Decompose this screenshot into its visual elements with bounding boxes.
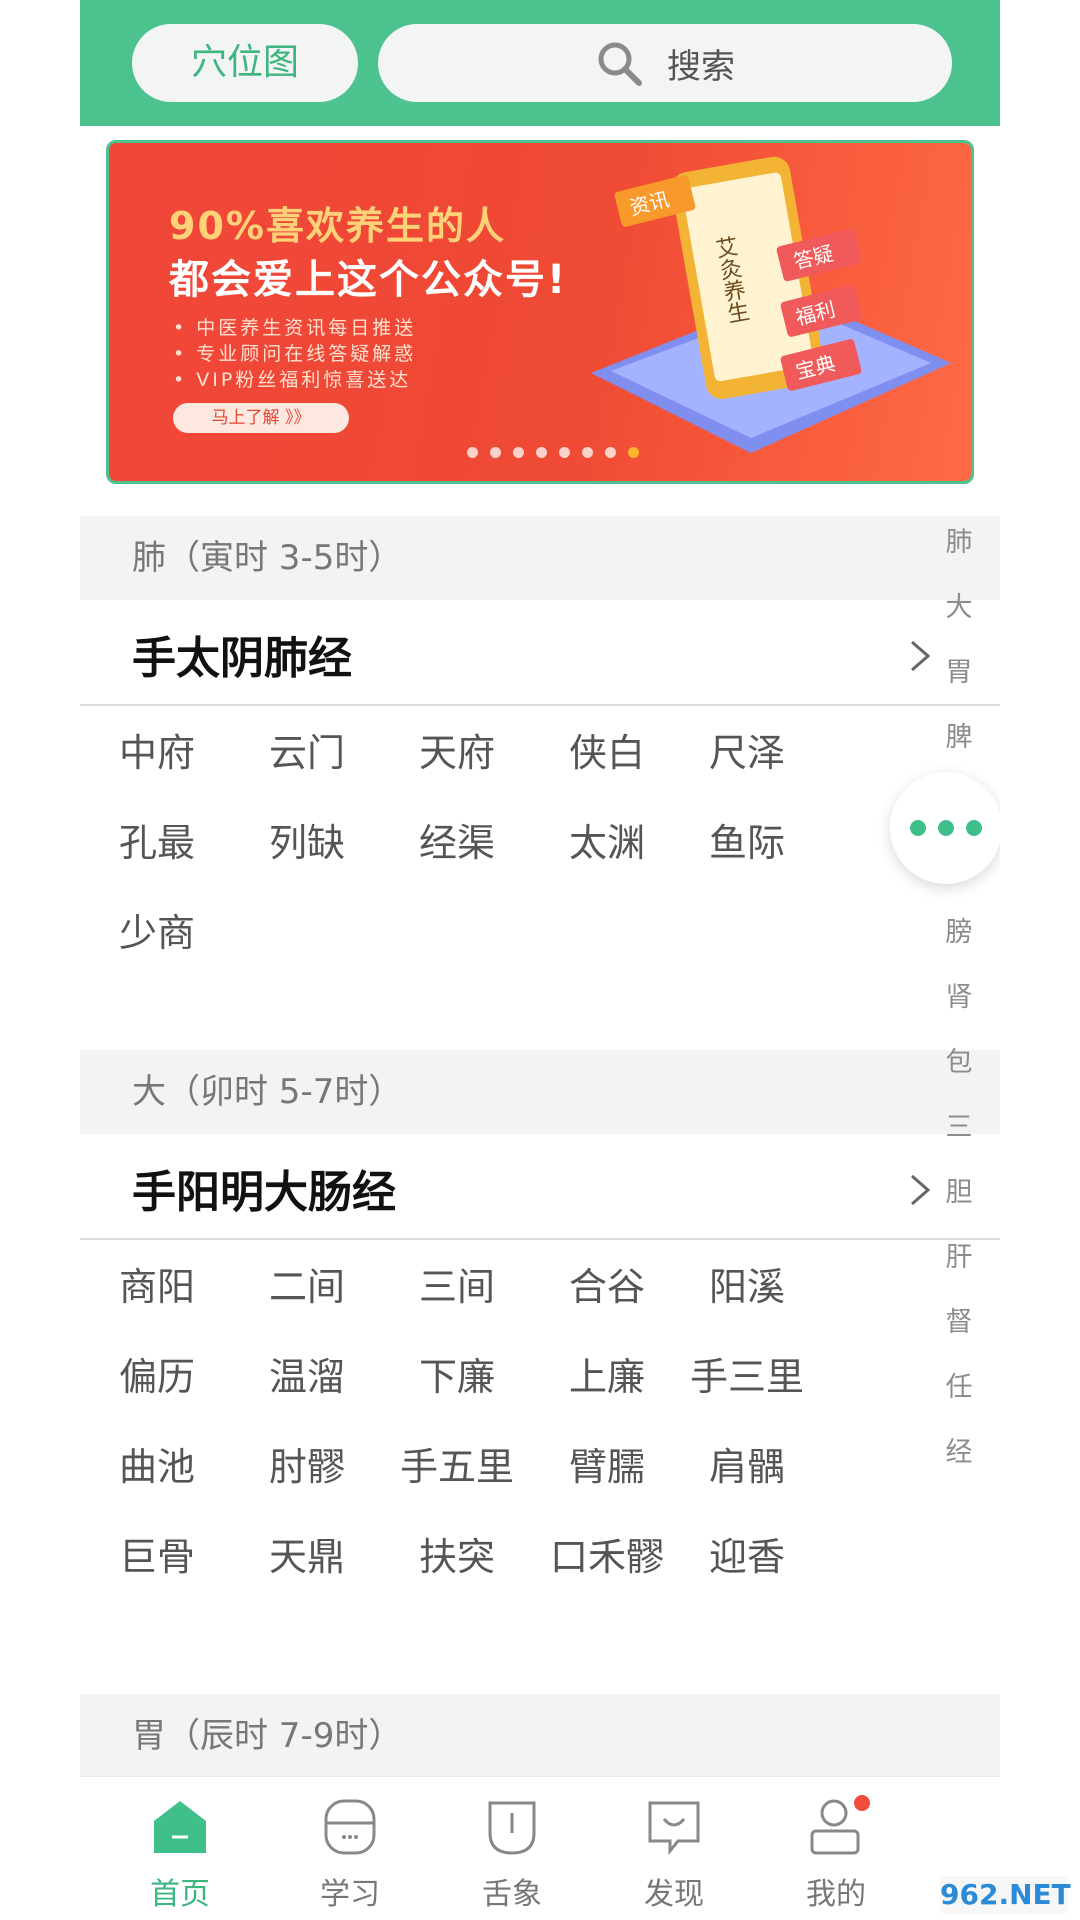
index-rail-item[interactable]: 膀	[934, 910, 984, 949]
study-icon	[324, 1799, 376, 1855]
index-rail-item[interactable]: 肾	[934, 975, 984, 1014]
search-placeholder: 搜索	[667, 46, 735, 87]
acupoint-item[interactable]: 鱼际	[672, 788, 822, 898]
search-icon	[598, 42, 642, 86]
nav-label: 发现	[644, 1877, 704, 1912]
watermark-logo: 962.NET	[940, 1876, 1071, 1914]
banner-bullets: • 中医养生资讯每日推送 • 专业顾问在线答疑解惑 • VIP粉丝福利惊喜送达	[173, 315, 416, 393]
banner-dot[interactable]	[490, 447, 501, 458]
banner-dot[interactable]	[467, 447, 478, 458]
nav-label: 我的	[806, 1877, 866, 1912]
acupoint-map-button[interactable]: 穴位图	[132, 24, 358, 102]
acupoint-item[interactable]: 经渠	[382, 788, 532, 898]
index-rail-item[interactable]: 经	[934, 1430, 984, 1469]
banner-dot[interactable]	[513, 447, 524, 458]
app-screen: 穴位图 搜索 90%喜欢养生的人 都会爱上这个公众号! • 中医养生资讯每日推送…	[80, 0, 1000, 1920]
banner-subtitle: 都会爱上这个公众号!	[169, 257, 568, 303]
banner-bullet: • VIP粉丝福利惊喜送达	[173, 369, 412, 391]
discover-icon	[648, 1801, 700, 1856]
index-rail-item[interactable]: 三	[934, 1105, 984, 1144]
index-rail-item[interactable]: 包	[934, 1040, 984, 1079]
nav-label: 首页	[150, 1877, 210, 1912]
banner-title: 90%喜欢养生的人	[169, 204, 506, 248]
banner-dot[interactable]	[536, 447, 547, 458]
home-icon	[154, 1801, 206, 1853]
banner-bullet: • 专业顾问在线答疑解惑	[173, 343, 417, 365]
acupoint-item[interactable]: 列缺	[232, 788, 382, 898]
acupoint-item[interactable]: 迎香	[672, 1502, 822, 1612]
nav-study[interactable]: 学习	[270, 1777, 430, 1920]
section-header: 胃（辰时 7-9时）	[80, 1694, 1000, 1778]
index-rail-item[interactable]: 大	[934, 585, 984, 624]
index-rail-item[interactable]: 肝	[934, 1235, 984, 1274]
nav-discover[interactable]: 发现	[594, 1777, 754, 1920]
meridian-title: 手阳明大肠经	[132, 1167, 396, 1218]
tongue-icon	[488, 1801, 536, 1855]
nav-tongue[interactable]: 舌象	[432, 1777, 592, 1920]
meridian-row[interactable]: 手阳明大肠经	[80, 1134, 1000, 1240]
top-bar: 穴位图 搜索	[80, 0, 1000, 126]
banner-dot[interactable]	[605, 447, 616, 458]
acupoint-item[interactable]: 扶突	[382, 1502, 532, 1612]
nav-home[interactable]: 首页	[100, 1777, 260, 1920]
notification-badge	[854, 1795, 870, 1811]
promo-banner[interactable]: 90%喜欢养生的人 都会爱上这个公众号! • 中医养生资讯每日推送 • 专业顾问…	[106, 140, 974, 484]
index-rail-item[interactable]: 任	[934, 1365, 984, 1404]
section-header: 肺（寅时 3-5时）	[80, 516, 1000, 600]
nav-label: 学习	[320, 1877, 380, 1912]
index-rail-item[interactable]: 督	[934, 1300, 984, 1339]
index-rail-item[interactable]: 胆	[934, 1170, 984, 1209]
more-button[interactable]	[890, 772, 1000, 884]
bottom-nav: 首页 学习 舌象 发现 我的	[80, 1776, 1000, 1920]
banner-cta-button[interactable]: 马上了解 》》	[173, 403, 349, 433]
banner-dot-active[interactable]	[628, 447, 639, 458]
banner-bullet: • 中医养生资讯每日推送	[173, 317, 417, 339]
banner-dot[interactable]	[582, 447, 593, 458]
nav-profile[interactable]: 我的	[756, 1777, 916, 1920]
search-bar[interactable]: 搜索	[378, 24, 952, 102]
meridian-title: 手太阴肺经	[132, 633, 352, 684]
chevron-right-icon	[911, 640, 931, 672]
meridian-row[interactable]: 手太阴肺经	[80, 600, 1000, 706]
index-rail-item[interactable]: 脾	[934, 715, 984, 754]
acupoint-item[interactable]: 口禾髎	[532, 1502, 682, 1612]
more-dot	[910, 820, 926, 836]
section-header: 大（卯时 5-7时）	[80, 1050, 1000, 1134]
more-dot	[966, 820, 982, 836]
acupoint-item[interactable]: 巨骨	[82, 1502, 232, 1612]
banner-dot[interactable]	[559, 447, 570, 458]
more-dot	[938, 820, 954, 836]
index-rail-item[interactable]: 肺	[934, 520, 984, 559]
acupoint-item[interactable]: 少商	[82, 878, 232, 988]
acupoint-item[interactable]: 太渊	[532, 788, 682, 898]
banner-pagination	[467, 447, 639, 458]
chevron-right-icon	[911, 1174, 931, 1206]
nav-label: 舌象	[482, 1877, 542, 1912]
phone-illustration: 艾灸养生 资讯 答疑 福利 宝典	[591, 156, 951, 453]
acupoint-item[interactable]: 天鼎	[232, 1502, 382, 1612]
index-rail-item[interactable]: 胃	[934, 650, 984, 689]
